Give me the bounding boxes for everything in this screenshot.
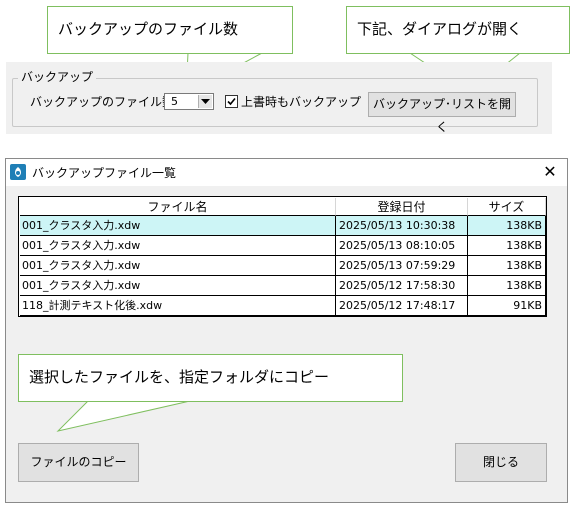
callout-tail-copy: [56, 400, 191, 432]
callout-copy: 選択したファイルを、指定フォルダにコピー: [18, 354, 403, 402]
close-button[interactable]: 閉じる: [455, 443, 547, 482]
callout-tail-copy-svg: [56, 400, 191, 432]
copy-file-button[interactable]: ファイルのコピー: [18, 443, 139, 482]
